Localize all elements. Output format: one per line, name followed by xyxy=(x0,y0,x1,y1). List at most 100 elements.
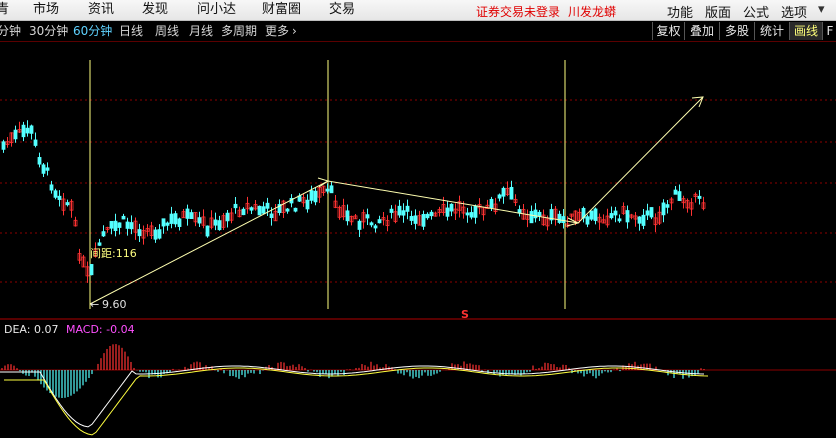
multi-stock-button[interactable]: 多股 xyxy=(719,22,754,40)
candle-body xyxy=(305,199,310,210)
candle-body xyxy=(185,208,190,219)
macd-value: MACD: -0.04 xyxy=(65,323,135,336)
trade-login-notice[interactable]: 证券交易未登录 xyxy=(476,3,560,20)
candle-body xyxy=(269,213,274,219)
candle-body xyxy=(649,207,654,218)
trend-drawing-line xyxy=(89,96,704,305)
macd-legend: DEA: 0.07 MACD: -0.04 xyxy=(4,323,135,336)
candle-body xyxy=(309,190,314,201)
candle-body xyxy=(357,220,362,230)
candle-body xyxy=(509,186,514,200)
candle-body xyxy=(497,194,502,199)
candle-body xyxy=(373,225,378,229)
f10-button[interactable]: F xyxy=(822,22,836,40)
candle-body xyxy=(445,207,450,217)
period-multi[interactable]: 多周期 xyxy=(221,24,257,38)
candle-body xyxy=(697,195,702,199)
menu-item-trade[interactable]: 交易 xyxy=(329,2,355,18)
menu-item-partial[interactable]: 青 xyxy=(0,2,9,18)
low-price-arrow: ← xyxy=(90,298,100,311)
menu-item-discover[interactable]: 发现 xyxy=(142,2,168,18)
candle-body xyxy=(425,213,430,219)
candle-body xyxy=(421,214,426,227)
candle-body xyxy=(173,213,178,225)
candle-body xyxy=(537,211,542,217)
candle-body xyxy=(293,207,298,212)
dropdown-arrow-icon[interactable]: ▾ xyxy=(818,2,825,17)
candle-body xyxy=(325,188,330,192)
chart-area[interactable]: 间距:116 ← 9.60 S DEA: 0.07 MACD: -0.04 xyxy=(0,42,836,438)
period-toolbar: 分钟 30分钟 60分钟 日线 周线 月线 多周期 更多 › 复权 叠加 多股 … xyxy=(0,21,836,42)
candle-body xyxy=(397,205,402,216)
candle-body xyxy=(285,208,290,212)
candle-body xyxy=(137,229,142,237)
candle-body xyxy=(217,220,222,231)
candle-body xyxy=(197,217,202,224)
period-week[interactable]: 周线 xyxy=(155,24,179,38)
candle-body xyxy=(617,218,622,222)
candle-body xyxy=(561,216,566,224)
candle-body xyxy=(409,216,414,221)
draw-line-button[interactable]: 画线 xyxy=(789,22,822,40)
period-day[interactable]: 日线 xyxy=(119,24,143,38)
candle-body xyxy=(97,242,102,246)
candle-body xyxy=(637,216,642,224)
candle-body xyxy=(661,202,666,216)
candle-body xyxy=(645,210,650,216)
candle-body xyxy=(49,184,54,191)
period-more[interactable]: 更多 xyxy=(265,24,289,38)
stats-button[interactable]: 统计 xyxy=(754,22,789,40)
menu-item-options[interactable]: 选项 xyxy=(781,2,807,21)
candle-body xyxy=(37,157,42,165)
menu-item-market[interactable]: 市场 xyxy=(33,2,59,18)
candle-body xyxy=(57,195,62,200)
candle-body xyxy=(1,141,6,150)
adjust-button[interactable]: 复权 xyxy=(652,22,684,40)
candle-body xyxy=(129,222,134,230)
candle-body xyxy=(449,203,454,212)
period-30min[interactable]: 30分钟 xyxy=(29,24,68,38)
candle-body xyxy=(673,189,678,195)
menu-item-wealth-circle[interactable]: 财富圈 xyxy=(262,2,301,18)
candle-body xyxy=(153,229,158,240)
menu-item-layout[interactable]: 版面 xyxy=(705,2,731,21)
candle-body xyxy=(593,208,598,221)
candle-body xyxy=(465,212,470,216)
menu-item-function[interactable]: 功能 xyxy=(667,2,693,21)
period-month[interactable]: 月线 xyxy=(189,24,213,38)
candle-body xyxy=(257,205,262,216)
candle-body xyxy=(29,125,34,134)
candle-body xyxy=(377,219,382,224)
menu-item-wenxiaoda[interactable]: 问小达 xyxy=(197,2,236,18)
candle-body xyxy=(265,202,270,209)
candle-body xyxy=(189,212,194,220)
period-minute[interactable]: 分钟 xyxy=(0,24,21,38)
candle-body xyxy=(125,221,130,229)
candle-body xyxy=(609,213,614,219)
candle-body xyxy=(233,203,238,209)
candle-body xyxy=(329,185,334,194)
candle-body xyxy=(389,208,394,213)
candle-body xyxy=(641,214,646,226)
candle-body xyxy=(89,264,94,276)
overlay-button[interactable]: 叠加 xyxy=(684,22,719,40)
candle-body xyxy=(177,218,182,227)
candle-body xyxy=(65,202,70,206)
candle-body xyxy=(589,210,594,220)
menu-item-formula[interactable]: 公式 xyxy=(743,2,769,21)
candle-body xyxy=(533,209,538,219)
candle-body xyxy=(473,205,478,218)
candle-body xyxy=(241,208,246,216)
distance-label: 间距:116 xyxy=(90,247,137,260)
candle-body xyxy=(585,216,590,225)
kline-chart[interactable] xyxy=(0,42,836,438)
stock-name-label: 川发龙蟒 xyxy=(568,5,617,19)
candle-body xyxy=(625,210,630,223)
period-60min[interactable]: 60分钟 xyxy=(73,24,112,38)
candle-body xyxy=(205,225,210,237)
menu-item-news[interactable]: 资讯 xyxy=(88,2,114,18)
candle-body xyxy=(101,231,106,237)
candle-body xyxy=(225,212,230,222)
more-arrow-icon[interactable]: › xyxy=(292,24,297,38)
candle-body xyxy=(429,211,434,217)
